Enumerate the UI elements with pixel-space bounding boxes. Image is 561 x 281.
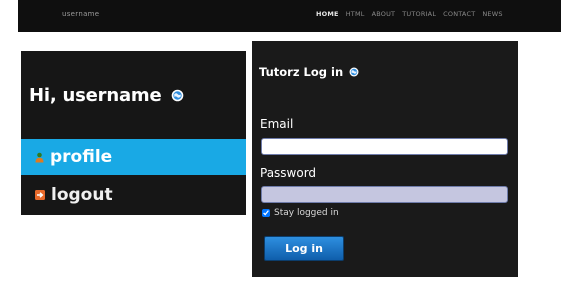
stay-logged-in-label: Stay logged in bbox=[274, 208, 339, 218]
nav-item-html[interactable]: html bbox=[346, 10, 365, 18]
arrow-right-icon bbox=[35, 190, 45, 200]
password-label: Password bbox=[260, 166, 317, 180]
login-title: Tutorz Log in bbox=[259, 65, 359, 79]
nav-item-home[interactable]: home bbox=[316, 10, 339, 18]
nav-item-contact[interactable]: contact bbox=[443, 10, 475, 18]
menu-item-profile-label: profile bbox=[50, 147, 113, 167]
password-field[interactable] bbox=[261, 186, 508, 203]
greeting: Hi, username bbox=[29, 85, 184, 106]
stay-logged-in-checkbox[interactable] bbox=[262, 209, 270, 217]
nav-item-about[interactable]: about bbox=[372, 10, 396, 18]
brand-text[interactable]: username bbox=[62, 10, 99, 18]
greeting-text: Hi, username bbox=[29, 85, 162, 106]
globe-icon bbox=[349, 67, 359, 77]
menu-item-logout-label: logout bbox=[51, 185, 113, 205]
nav-item-news[interactable]: news bbox=[482, 10, 502, 18]
stay-logged-in[interactable]: Stay logged in bbox=[262, 208, 339, 218]
email-field[interactable] bbox=[261, 138, 508, 155]
globe-icon bbox=[171, 89, 184, 102]
nav-menu: home html about tutorial contact news bbox=[316, 10, 510, 18]
menu-item-profile[interactable]: profile bbox=[21, 139, 246, 175]
nav-item-tutorial[interactable]: tutorial bbox=[402, 10, 436, 18]
login-title-text: Tutorz Log in bbox=[259, 65, 344, 79]
login-button[interactable]: Log in bbox=[264, 236, 344, 261]
login-panel: Tutorz Log in Email Password Stay logged… bbox=[252, 41, 518, 277]
email-label: Email bbox=[260, 117, 294, 131]
top-nav-bar: username home html about tutorial contac… bbox=[18, 0, 561, 32]
user-panel: Hi, username profile logout bbox=[21, 51, 246, 215]
user-icon bbox=[35, 152, 44, 163]
menu-item-logout[interactable]: logout bbox=[21, 177, 246, 213]
